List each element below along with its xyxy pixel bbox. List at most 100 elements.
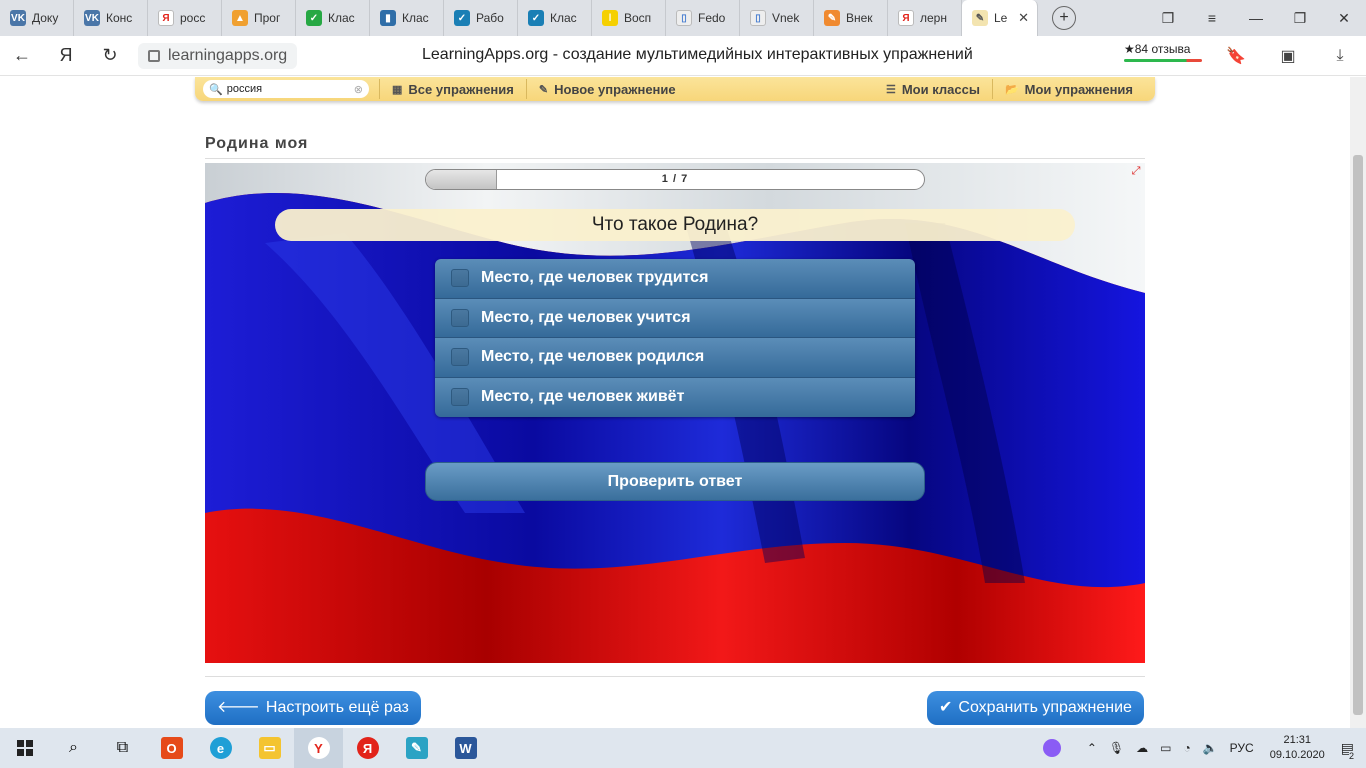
search-icon: 🔍 xyxy=(209,83,223,96)
app-title: Родина моя xyxy=(205,135,309,152)
language-indicator[interactable]: РУС xyxy=(1230,741,1254,755)
tab-active[interactable]: ✎ Le ✕ xyxy=(962,0,1038,36)
clear-search-icon[interactable]: ⊗ xyxy=(354,83,363,96)
minimize-icon[interactable]: — xyxy=(1234,10,1278,26)
checkbox[interactable] xyxy=(451,348,469,367)
restore-icon[interactable]: ❐ xyxy=(1278,10,1322,27)
button-label: Настроить ещё раз xyxy=(265,699,409,716)
browser-tab[interactable]: ✓ Клас xyxy=(518,0,592,36)
check-circle-icon: ✓ xyxy=(306,10,322,26)
tab-label: Клас xyxy=(328,11,355,25)
browser-tab[interactable]: ✓ Клас xyxy=(296,0,370,36)
wifi-icon[interactable]: ◔ xyxy=(1183,741,1190,755)
url-field[interactable]: learningapps.org xyxy=(138,42,298,69)
clock[interactable]: 21:31 09.10.2020 xyxy=(1270,733,1325,763)
browser-tab[interactable]: Ялерн xyxy=(888,0,962,36)
address-bar-actions: 🔖 ▣ ⤓ xyxy=(1210,36,1366,76)
download-icon[interactable]: ⤓ xyxy=(1314,47,1366,65)
close-window-icon[interactable]: ✕ xyxy=(1322,10,1366,27)
edge-icon[interactable]: e xyxy=(196,728,245,768)
tab-label: Клас xyxy=(402,11,429,25)
volume-icon[interactable]: 🔈 xyxy=(1203,741,1218,755)
task-view-icon[interactable]: ⧉ xyxy=(98,728,147,768)
yandex-icon[interactable]: Я xyxy=(343,728,392,768)
reload-icon[interactable]: ↻ xyxy=(88,45,132,66)
answer-label: Место, где человек трудится xyxy=(481,269,709,287)
tabs-overview-icon[interactable]: ❐ xyxy=(1146,10,1190,27)
nav-my-classes[interactable]: ☰ Мои классы xyxy=(874,79,992,99)
checkmark-icon: ✔ xyxy=(939,699,953,716)
save-exercise-button[interactable]: ✔ Сохранить упражнение xyxy=(927,691,1144,725)
nav-label: Все упражнения xyxy=(408,81,514,97)
answer-option[interactable]: Место, где человек трудится xyxy=(435,259,915,299)
system-tray: ⌃ 🎙 ☁ ▭ ◔ 🔈 РУС 21:31 09.10.2020 ▤ 2 xyxy=(1037,728,1366,768)
browser-tab[interactable]: ▯ Vnek xyxy=(740,0,814,36)
start-windows-icon[interactable] xyxy=(0,728,49,768)
office-icon[interactable]: O xyxy=(147,728,196,768)
reconfigure-button[interactable]: 🡐 Настроить ещё раз xyxy=(205,691,421,725)
fullscreen-icon[interactable]: ⤢ xyxy=(1129,165,1143,177)
browser-tab[interactable]: ✎ Внек xyxy=(814,0,888,36)
checkbox[interactable] xyxy=(451,388,469,407)
tab-label: Доку xyxy=(32,11,59,25)
nav-my-exercises[interactable]: 📂 Мои упражнения xyxy=(991,79,1145,99)
browser-tab[interactable]: ǀ Восп xyxy=(592,0,666,36)
folder-icon: 📂 xyxy=(1004,83,1019,96)
menu-icon[interactable]: ≡ xyxy=(1190,10,1234,26)
browser-tab[interactable]: VK Доку xyxy=(0,0,74,36)
checkbox[interactable] xyxy=(451,308,469,327)
notifications-icon[interactable]: ▤ 2 xyxy=(1341,740,1354,761)
answer-label: Место, где человек родился xyxy=(481,348,705,366)
answer-label: Место, где человек учится xyxy=(481,308,691,326)
lock-icon xyxy=(148,49,160,62)
close-tab-icon[interactable]: ✕ xyxy=(1018,10,1029,26)
new-tab-button[interactable]: + xyxy=(1052,6,1076,30)
nav-new-exercise[interactable]: ✎ Новое упражнение xyxy=(525,79,688,99)
yandex-home-icon[interactable]: Я xyxy=(44,45,88,66)
file-explorer-icon[interactable]: ▭ xyxy=(245,728,294,768)
browser-tab[interactable]: ▲ Прог xyxy=(222,0,296,36)
yandex-browser-icon[interactable]: Y xyxy=(294,728,343,768)
arrow-left-icon: 🡐 xyxy=(217,699,260,716)
check-answer-button[interactable]: Проверить ответ xyxy=(425,462,925,501)
page-scrollbar[interactable] xyxy=(1350,77,1366,728)
checkbox[interactable] xyxy=(451,269,469,288)
answer-list: Место, где человек трудится Место, где ч… xyxy=(435,259,915,417)
browser-tab-bar: VK Доку VK Конс Яросс ▲ Прог ✓ Клас ▮ Клас ✓ Рабо ✓ Кл… xyxy=(0,0,1366,36)
browser-tab[interactable]: ▯ Fedo xyxy=(666,0,740,36)
battery-icon[interactable]: ▭ xyxy=(1160,741,1171,755)
back-icon[interactable]: ← xyxy=(0,45,44,66)
divider xyxy=(205,158,1145,159)
chevron-up-icon[interactable]: ⌃ xyxy=(1087,741,1097,755)
answer-option[interactable]: Место, где человек живёт xyxy=(435,377,915,417)
list-icon: ☰ xyxy=(885,83,896,96)
doc-icon: ▯ xyxy=(676,10,692,26)
nav-all-exercises[interactable]: ▦ Все упражнения xyxy=(379,79,526,99)
microphone-icon[interactable]: 🎙 xyxy=(1109,741,1124,755)
browser-tab[interactable]: Яросс xyxy=(148,0,222,36)
bookmark-icon[interactable]: 🔖 xyxy=(1210,46,1262,66)
notes-app-icon[interactable]: ✎ xyxy=(392,728,441,768)
search-value: россия xyxy=(226,83,263,95)
scrollbar-thumb[interactable] xyxy=(1353,155,1363,715)
tab-label: Vnek xyxy=(772,11,800,25)
reviews-badge[interactable]: ★84 отзыва xyxy=(1124,42,1202,62)
button-label: Сохранить упражнение xyxy=(958,699,1132,716)
answer-option[interactable]: Место, где человек родился xyxy=(435,338,915,378)
nav-label: Мои классы xyxy=(901,81,980,97)
answer-option[interactable]: Место, где человек учится xyxy=(435,298,915,338)
browser-tab[interactable]: ▮ Клас xyxy=(370,0,444,36)
cloud-icon[interactable]: ☁ xyxy=(1136,741,1148,755)
search-input[interactable]: 🔍 россия ⊗ xyxy=(203,80,369,98)
browser-tab[interactable]: ✓ Рабо xyxy=(444,0,518,36)
browser-tab[interactable]: VK Конс xyxy=(74,0,148,36)
vk-icon: VK xyxy=(10,10,26,26)
notebook-icon: ✎ xyxy=(972,10,988,26)
extensions-icon[interactable]: ▣ xyxy=(1262,46,1314,66)
word-icon[interactable]: W xyxy=(441,728,490,768)
notifications-count: 2 xyxy=(1348,750,1354,761)
alice-icon[interactable] xyxy=(1042,739,1061,757)
site-toolbar: 🔍 россия ⊗ ▦ Все упражнения ✎ Новое упра… xyxy=(195,77,1155,101)
search-icon[interactable]: ⌕ xyxy=(49,728,98,768)
tab-label: Конс xyxy=(106,11,133,25)
